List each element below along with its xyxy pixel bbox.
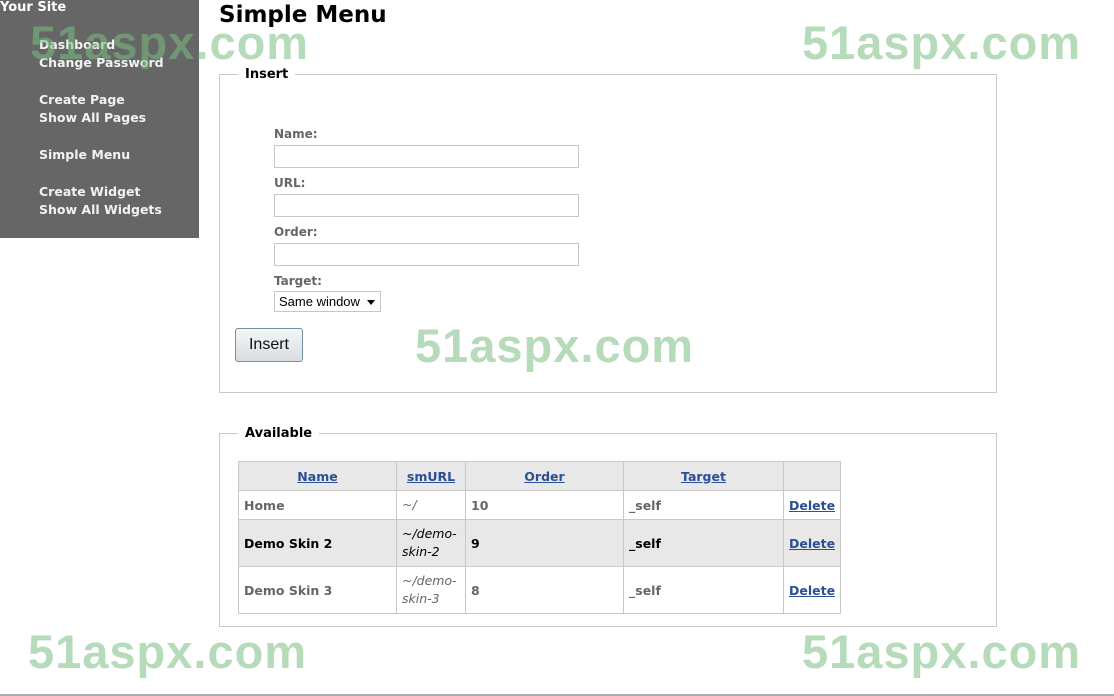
- col-action-header: [782, 461, 842, 491]
- insert-button[interactable]: Insert: [235, 328, 303, 362]
- col-url-header: smURL: [396, 461, 466, 491]
- cell-order: 10: [465, 490, 624, 520]
- cell-name: Demo Skin 2: [238, 519, 397, 567]
- delete-link[interactable]: Delete: [789, 498, 835, 513]
- insert-legend: Insert: [245, 67, 289, 82]
- insert-fieldset: Insert Name: URL: Order: Target: Same wi…: [219, 67, 997, 393]
- nav-change-password[interactable]: Change Password: [39, 54, 164, 72]
- site-title[interactable]: Your Site: [0, 0, 66, 15]
- delete-link[interactable]: Delete: [789, 536, 835, 551]
- table-row: Demo Skin 2 ~/demo-skin-2 9 _self Delete: [238, 519, 842, 567]
- nav-group-widgets: Create Widget Show All Widgets: [39, 183, 162, 219]
- watermark: 51aspx.com: [802, 16, 1082, 69]
- cell-url: ~/demo-skin-2: [396, 519, 466, 567]
- delete-link[interactable]: Delete: [789, 583, 835, 598]
- cell-target: _self: [623, 490, 784, 520]
- cell-order: 9: [465, 519, 624, 567]
- nav-group-menu: Simple Menu: [39, 146, 130, 164]
- chevron-down-icon: [367, 300, 375, 305]
- sort-by-name-link[interactable]: Name: [297, 469, 337, 484]
- nav-simple-menu[interactable]: Simple Menu: [39, 146, 130, 164]
- menu-items-table: Name smURL Order Target Home ~/ 10 _self…: [238, 461, 842, 614]
- cell-name: Home: [238, 490, 397, 520]
- watermark: 51aspx.com: [802, 625, 1082, 678]
- col-target-header: Target: [623, 461, 784, 491]
- col-order-header: Order: [465, 461, 624, 491]
- col-name-header: Name: [238, 461, 397, 491]
- table-row: Demo Skin 3 ~/demo-skin-3 8 _self Delete: [238, 566, 842, 614]
- name-input[interactable]: [274, 145, 579, 168]
- nav-show-all-pages[interactable]: Show All Pages: [39, 109, 146, 127]
- url-label: URL:: [274, 176, 306, 190]
- target-select[interactable]: Same window: [274, 291, 381, 312]
- table-header-row: Name smURL Order Target: [238, 461, 842, 491]
- cell-action: Delete: [782, 519, 842, 567]
- cell-name: Demo Skin 3: [238, 566, 397, 614]
- cell-target: _self: [623, 566, 784, 614]
- available-legend: Available: [245, 426, 313, 441]
- nav-show-all-widgets[interactable]: Show All Widgets: [39, 201, 162, 219]
- watermark: 51aspx.com: [28, 625, 308, 678]
- url-input[interactable]: [274, 194, 579, 217]
- order-label: Order:: [274, 225, 318, 239]
- cell-order: 8: [465, 566, 624, 614]
- cell-url: ~/demo-skin-3: [396, 566, 466, 614]
- order-input[interactable]: [274, 243, 579, 266]
- sort-by-target-link[interactable]: Target: [681, 469, 726, 484]
- nav-create-widget[interactable]: Create Widget: [39, 183, 162, 201]
- nav-create-page[interactable]: Create Page: [39, 91, 146, 109]
- cell-action: Delete: [782, 490, 842, 520]
- available-fieldset: Available Name smURL Order Target Home ~…: [219, 426, 997, 627]
- target-selected-value: Same window: [279, 294, 360, 309]
- cell-target: _self: [623, 519, 784, 567]
- sort-by-url-link[interactable]: smURL: [407, 469, 455, 484]
- nav-group-dashboard: Dashboard Change Password: [39, 36, 164, 72]
- sort-by-order-link[interactable]: Order: [524, 469, 564, 484]
- table-row: Home ~/ 10 _self Delete: [238, 490, 842, 520]
- target-label: Target:: [274, 274, 322, 288]
- sidebar: Your Site Dashboard Change Password Crea…: [0, 0, 199, 238]
- nav-dashboard[interactable]: Dashboard: [39, 36, 164, 54]
- name-label: Name:: [274, 127, 318, 141]
- cell-action: Delete: [782, 566, 842, 614]
- nav-group-pages: Create Page Show All Pages: [39, 91, 146, 127]
- cell-url: ~/: [396, 490, 466, 520]
- page-title: Simple Menu: [219, 2, 387, 28]
